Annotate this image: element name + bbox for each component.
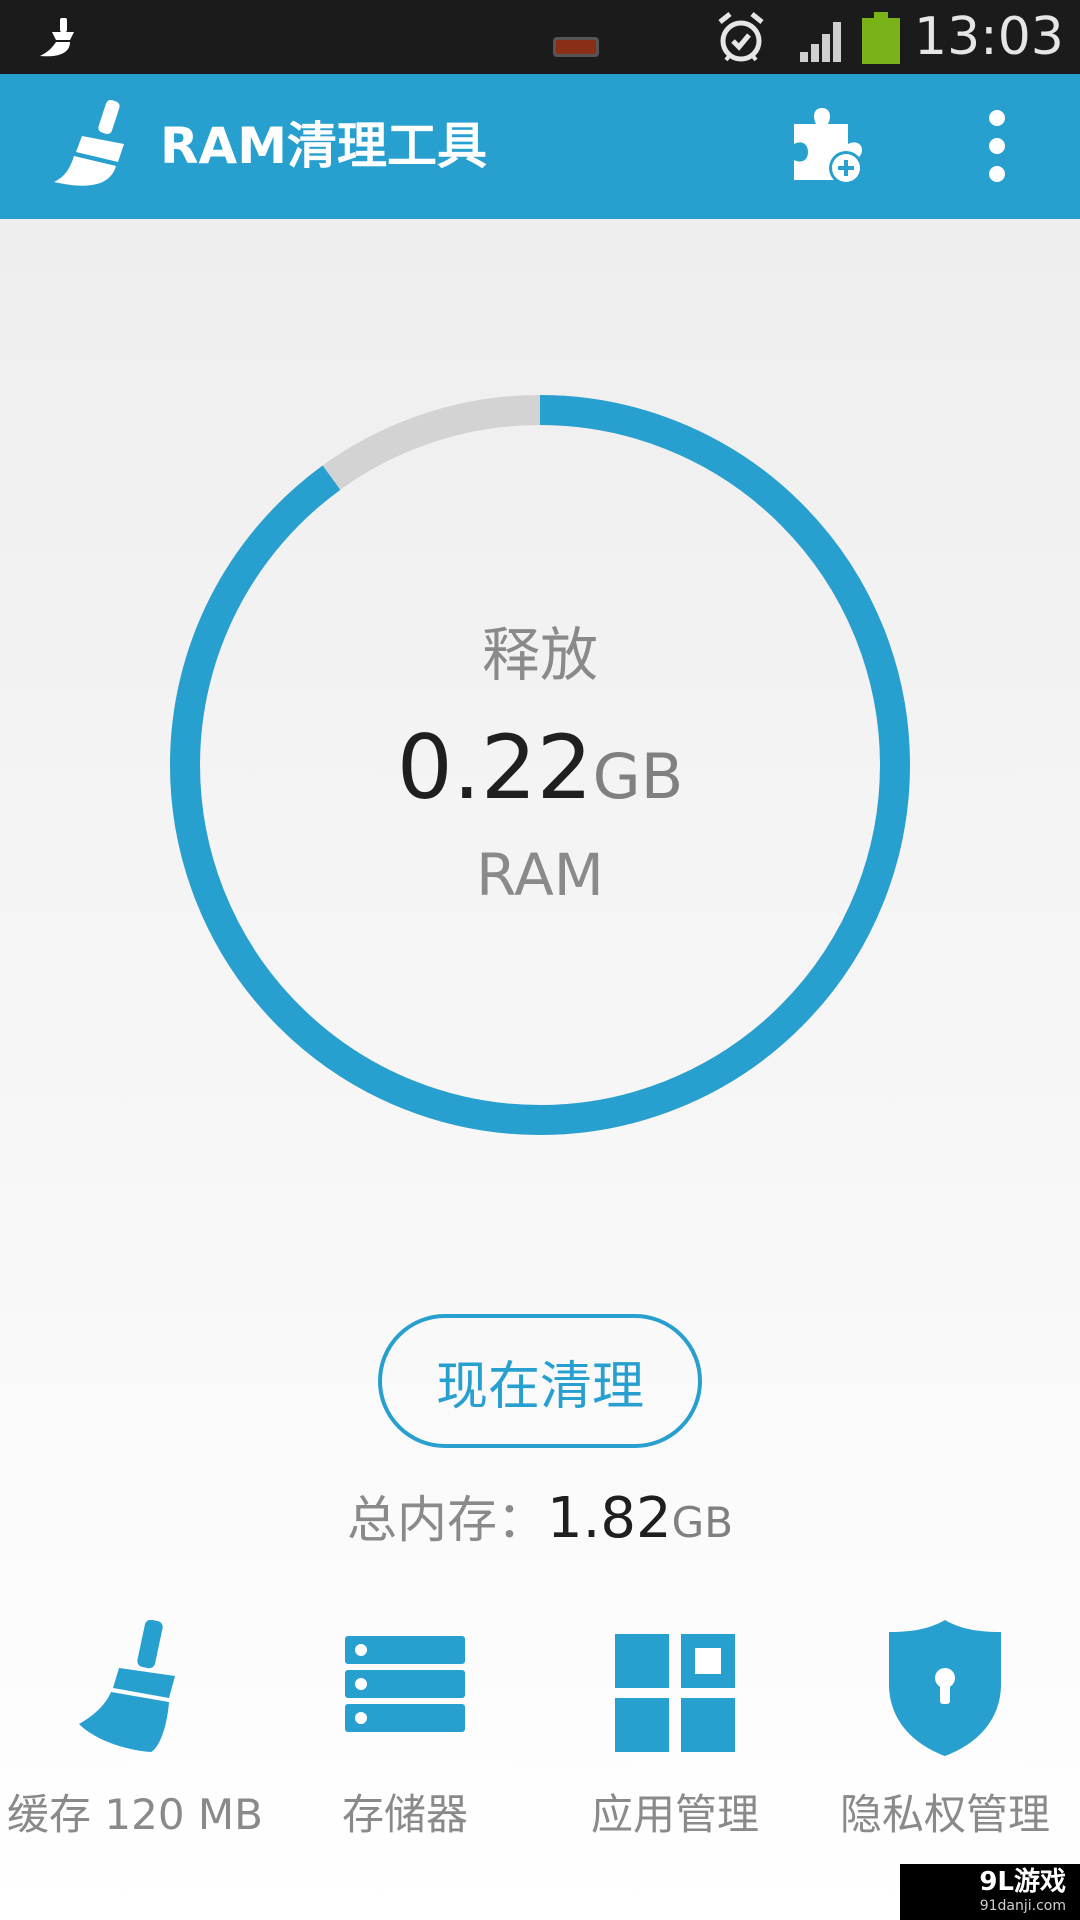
privacy-tool-label: 隐私权管理 (839, 1790, 1050, 1839)
total-memory: 总内存：1.82GB (0, 1484, 1080, 1567)
watermark-sub: 91danji.com (979, 1898, 1066, 1914)
signal-icon (800, 22, 841, 62)
status-time: 13:03 (914, 7, 1064, 67)
broom-logo-icon (54, 100, 124, 186)
shield-lock-icon (889, 1620, 1001, 1756)
storage-tool[interactable]: 存储器 (270, 1620, 540, 1920)
ram-label: RAM (476, 841, 604, 909)
free-label: 释放 (481, 621, 598, 689)
broom-icon (79, 1620, 175, 1752)
app-grid-icon (615, 1634, 735, 1752)
alarm-icon (718, 12, 764, 62)
app-bar: RAM清理工具 (0, 74, 1080, 219)
notification-icon (553, 37, 599, 57)
app-manager-tool-label: 应用管理 (590, 1790, 759, 1839)
total-memory-value: 1.82 (546, 1486, 672, 1551)
storage-tool-label: 存储器 (341, 1790, 468, 1839)
cache-tool-label: 缓存 120 MB (7, 1790, 263, 1839)
freed-value-number: 0.22 (396, 716, 593, 819)
cleaner-notification-icon (40, 18, 74, 57)
battery-icon (862, 12, 900, 64)
freed-value-unit: GB (592, 740, 684, 813)
status-bar: 13:03 (0, 0, 1080, 74)
freed-value: 0.22GB (0, 718, 1080, 843)
storage-icon (345, 1636, 465, 1732)
total-memory-label: 总内存： (346, 1491, 547, 1549)
plugin-add-icon (794, 108, 863, 185)
watermark: 9L游戏 91danji.com (900, 1864, 1080, 1920)
cache-tool[interactable]: 缓存 120 MB (0, 1620, 270, 1920)
overflow-menu-icon (989, 110, 1005, 182)
app-title: RAM清理工具 (160, 117, 487, 175)
watermark-main: 9L游戏 (979, 1867, 1066, 1897)
plugin-add-button[interactable] (786, 104, 866, 188)
app-manager-tool[interactable]: 应用管理 (540, 1620, 810, 1920)
total-memory-unit: GB (671, 1498, 734, 1547)
clean-now-button[interactable]: 现在清理 (378, 1314, 702, 1448)
overflow-menu-button[interactable] (975, 104, 1019, 188)
